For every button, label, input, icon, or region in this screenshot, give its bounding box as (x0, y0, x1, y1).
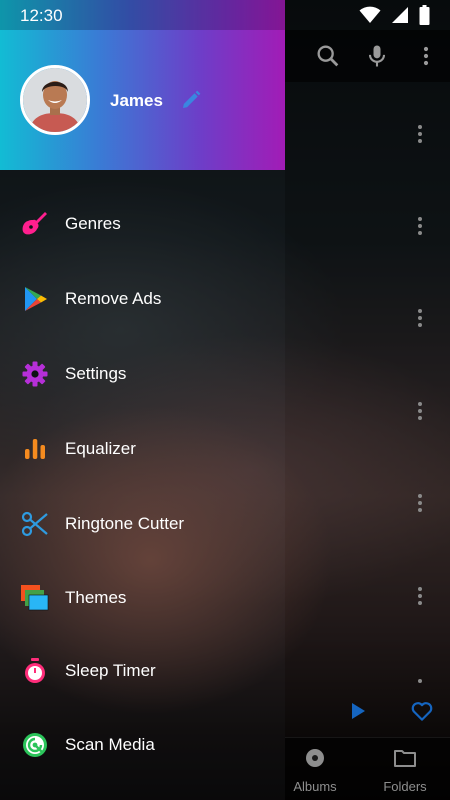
guitar-icon (21, 210, 49, 238)
stopwatch-icon (21, 657, 49, 685)
menu-item-genres[interactable]: Genres (0, 194, 285, 254)
more-options-icon[interactable] (412, 42, 440, 70)
app-toolbar (285, 30, 450, 82)
menu-label: Ringtone Cutter (65, 514, 185, 533)
edit-profile-icon[interactable] (179, 88, 203, 112)
menu-label: Themes (65, 588, 127, 607)
nav-albums-label: Albums (293, 779, 337, 794)
menu-item-sleep-timer[interactable]: Sleep Timer (0, 641, 285, 701)
menu-label: Remove Ads (65, 289, 162, 308)
signal-icon (391, 6, 409, 29)
menu-item-equalizer[interactable]: Equalizer (0, 419, 285, 479)
folder-icon (394, 750, 416, 767)
disc-icon (306, 749, 324, 767)
microphone-icon[interactable] (363, 42, 391, 70)
play-icon[interactable] (347, 698, 369, 729)
navigation-drawer: James Genres Remove Ads Settings Equaliz… (0, 30, 285, 800)
heart-icon[interactable] (409, 698, 435, 729)
row-more-icon[interactable] (410, 306, 430, 330)
nav-folders-label: Folders (383, 779, 427, 794)
wifi-icon (359, 6, 381, 29)
scan-icon (21, 731, 49, 759)
menu-label: Genres (65, 214, 121, 233)
menu-label: Scan Media (65, 735, 155, 754)
equalizer-icon (21, 435, 49, 463)
user-name: James (110, 91, 163, 110)
row-more-icon[interactable] (410, 122, 430, 146)
themes-icon (21, 584, 49, 612)
menu-item-scan-media[interactable]: Scan Media (0, 715, 285, 775)
status-time: 12:30 (20, 6, 63, 25)
status-bar: 12:30 (0, 0, 450, 30)
row-more-icon[interactable] (410, 676, 430, 700)
menu-item-settings[interactable]: Settings (0, 344, 285, 404)
menu-label: Settings (65, 364, 127, 383)
menu-label: Sleep Timer (65, 661, 156, 680)
menu-item-remove-ads[interactable]: Remove Ads (0, 269, 285, 329)
nav-albums[interactable]: Albums (275, 746, 355, 794)
bottom-navigation: Albums Folders (285, 737, 450, 800)
menu-item-ringtone-cutter[interactable]: Ringtone Cutter (0, 494, 285, 554)
row-more-icon[interactable] (410, 584, 430, 608)
play-store-icon (21, 285, 49, 313)
menu-label: Equalizer (65, 439, 136, 458)
battery-icon (419, 5, 430, 30)
row-more-icon[interactable] (410, 214, 430, 238)
scissors-icon (21, 510, 49, 538)
drawer-header: James (0, 30, 285, 170)
menu-item-themes[interactable]: Themes (0, 568, 285, 628)
row-more-icon[interactable] (410, 491, 430, 515)
gear-icon (21, 360, 49, 388)
avatar[interactable] (20, 65, 90, 135)
row-more-icon[interactable] (410, 399, 430, 423)
search-icon[interactable] (314, 42, 342, 70)
nav-folders[interactable]: Folders (365, 746, 445, 794)
